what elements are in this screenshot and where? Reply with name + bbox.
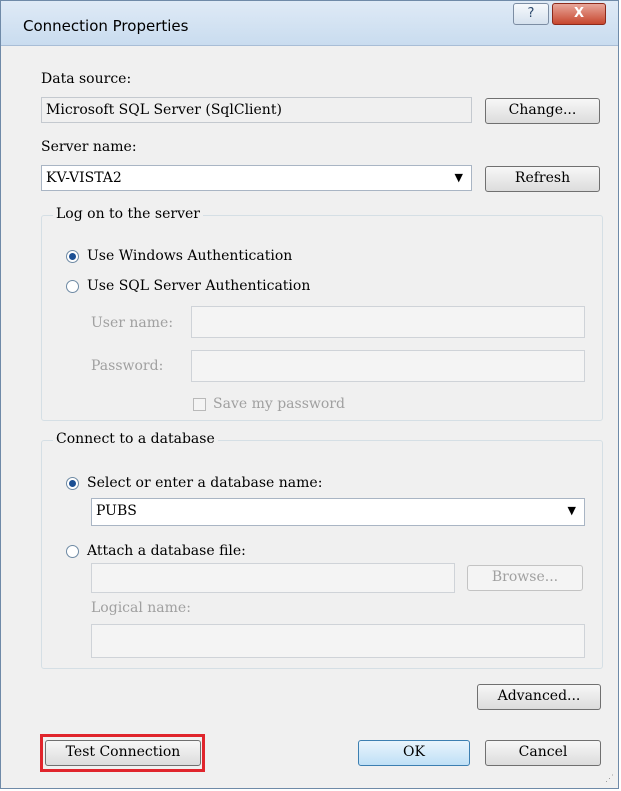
ok-button[interactable]: OK xyxy=(358,740,470,766)
change-button[interactable]: Change... xyxy=(485,98,600,124)
resize-grip-icon[interactable]: ⋰ xyxy=(605,774,614,784)
user-name-field[interactable] xyxy=(191,306,585,338)
close-button[interactable]: X xyxy=(552,3,606,25)
test-connection-highlight xyxy=(40,734,205,772)
advanced-button[interactable]: Advanced... xyxy=(477,684,601,710)
select-database-radio[interactable] xyxy=(66,477,79,490)
server-name-label: Server name: xyxy=(41,139,137,155)
logical-name-field[interactable] xyxy=(91,624,585,658)
window-title: Connection Properties xyxy=(23,17,189,35)
attach-database-radio[interactable] xyxy=(66,545,79,558)
chevron-down-icon[interactable]: ▼ xyxy=(455,166,463,190)
windows-auth-radio[interactable] xyxy=(66,250,79,263)
server-name-value: KV-VISTA2 xyxy=(46,170,122,186)
password-label: Password: xyxy=(91,358,164,374)
browse-button[interactable]: Browse... xyxy=(467,565,583,591)
title-bar: Connection Properties ? X xyxy=(1,1,618,46)
save-password-checkbox[interactable] xyxy=(193,398,206,411)
server-name-combo[interactable]: KV-VISTA2 ▼ xyxy=(41,165,472,191)
data-source-label: Data source: xyxy=(41,71,132,87)
sql-auth-label[interactable]: Use SQL Server Authentication xyxy=(87,278,310,294)
attach-database-label[interactable]: Attach a database file: xyxy=(87,543,246,559)
connection-properties-dialog: Connection Properties ? X Data source: M… xyxy=(0,0,619,789)
database-name-value: PUBS xyxy=(96,503,137,519)
database-name-combo[interactable]: PUBS ▼ xyxy=(91,498,585,526)
user-name-label: User name: xyxy=(91,315,174,331)
data-source-field: Microsoft SQL Server (SqlClient) xyxy=(41,97,472,123)
password-field[interactable] xyxy=(191,350,585,382)
windows-auth-label[interactable]: Use Windows Authentication xyxy=(87,248,292,264)
select-database-label[interactable]: Select or enter a database name: xyxy=(87,475,322,491)
cancel-button[interactable]: Cancel xyxy=(485,740,601,766)
logon-group-title: Log on to the server xyxy=(53,206,203,222)
logical-name-label: Logical name: xyxy=(91,600,191,616)
save-password-label[interactable]: Save my password xyxy=(213,396,345,412)
database-group-title: Connect to a database xyxy=(53,431,218,447)
help-button[interactable]: ? xyxy=(513,3,549,25)
sql-auth-radio[interactable] xyxy=(66,280,79,293)
chevron-down-icon[interactable]: ▼ xyxy=(568,499,576,523)
attach-file-field[interactable] xyxy=(91,563,455,593)
refresh-button[interactable]: Refresh xyxy=(485,166,600,192)
